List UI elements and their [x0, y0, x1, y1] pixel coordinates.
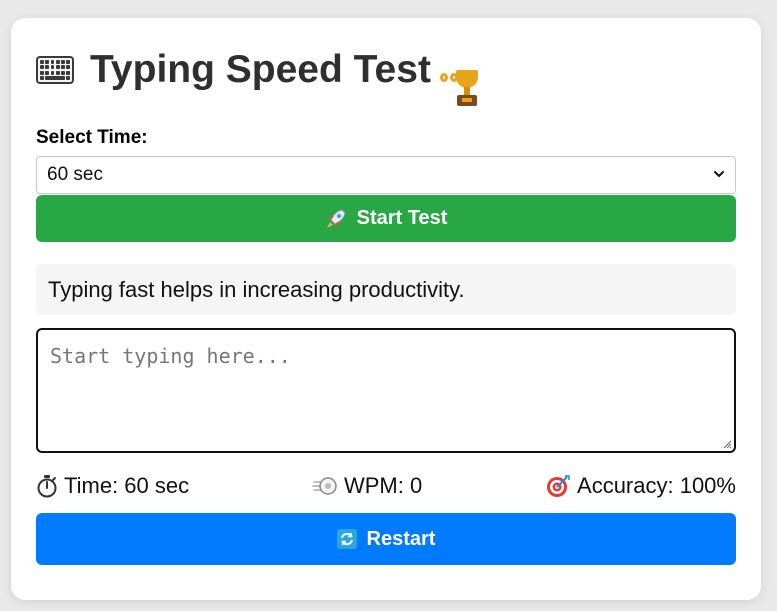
rocket-icon	[325, 208, 347, 230]
start-test-button[interactable]: Start Test	[36, 195, 736, 242]
page-title-text: Typing Speed Test	[90, 48, 431, 91]
time-select-value: 60 sec	[47, 164, 103, 185]
accuracy-stat-text: Accuracy: 100%	[577, 473, 736, 498]
wpm-stat-text: WPM: 0	[343, 473, 423, 498]
keyboard-icon	[36, 56, 74, 84]
page-title: Typing Speed Test	[36, 48, 478, 106]
stopwatch-icon	[36, 474, 58, 498]
wpm-stat: WPM: 0	[312, 473, 422, 499]
restart-label: Restart	[366, 527, 436, 550]
typing-input[interactable]: Start typing here...	[36, 328, 736, 453]
target-icon	[545, 474, 571, 498]
chevron-down-icon	[714, 171, 724, 177]
time-select[interactable]: 60 sec	[36, 156, 736, 194]
select-time-label: Select Time:	[36, 127, 148, 148]
typing-test-card: Typing Speed Test Select Time: 60 sec St…	[11, 18, 761, 600]
time-stat: Time: 60 sec	[36, 473, 189, 499]
stats-bar: Time: 60 sec WPM: 0 Accuracy: 100%	[36, 471, 736, 501]
restart-button[interactable]: Restart	[36, 513, 736, 565]
refresh-icon	[336, 529, 357, 549]
quote-text: Typing fast helps in increasing producti…	[36, 264, 736, 315]
time-stat-text: Time: 60 sec	[64, 473, 190, 498]
start-test-label: Start Test	[356, 207, 448, 229]
speed-icon	[312, 474, 338, 498]
typing-input-placeholder: Start typing here...	[50, 344, 291, 368]
resize-handle-icon[interactable]	[722, 439, 732, 449]
accuracy-stat: Accuracy: 100%	[545, 473, 736, 499]
